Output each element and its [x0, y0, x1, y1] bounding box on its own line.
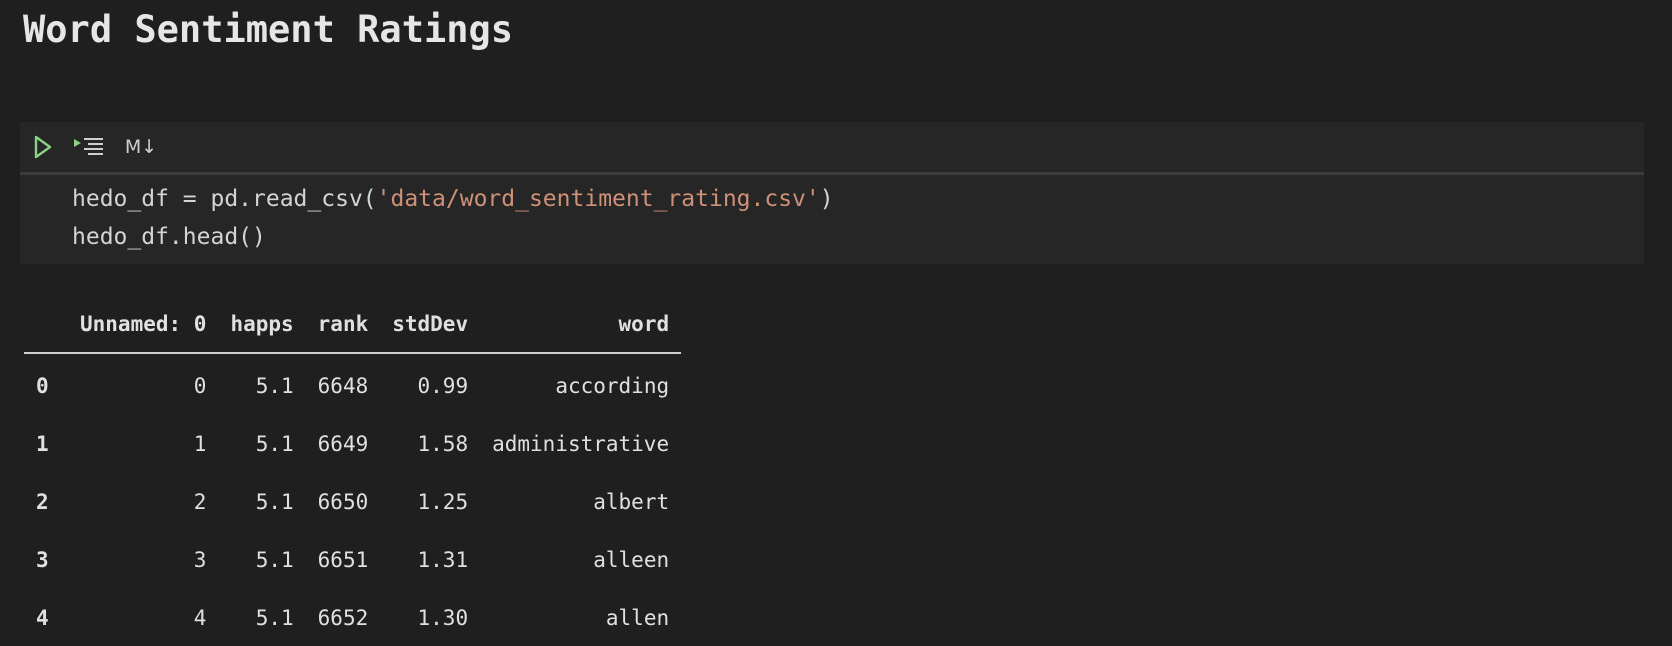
table-cell: 1: [193, 432, 207, 456]
run-cell-button[interactable]: [32, 134, 54, 160]
table-cell: 1.31: [417, 548, 469, 572]
table-cell: 2: [193, 490, 207, 514]
notebook-page: Word Sentiment Ratings M↓ hedo_df = pd.r…: [0, 0, 1672, 646]
column-header: [24, 308, 68, 354]
table-cell: 1.30: [417, 606, 469, 630]
table-cell: 1.25: [417, 490, 469, 514]
table-cell: 6652: [317, 606, 369, 630]
code-editor[interactable]: hedo_df = pd.read_csv('data/word_sentime…: [72, 180, 834, 256]
row-index: 4: [36, 606, 49, 630]
code-text: ): [819, 186, 834, 212]
table-cell: administrative: [492, 432, 670, 456]
table-cell: 5.1: [255, 432, 294, 456]
code-string: 'data/word_sentiment_rating.csv': [376, 186, 820, 212]
row-index: 2: [36, 490, 49, 514]
column-header: word: [480, 308, 682, 354]
markdown-heading: Word Sentiment Ratings: [23, 8, 514, 51]
column-header: Unnamed: 0: [68, 308, 219, 354]
column-header: rank: [305, 308, 381, 354]
code-cell[interactable]: M↓ hedo_df = pd.read_csv('data/word_sent…: [20, 122, 1644, 264]
table-row: 4 4 5.1 6652 1.30 allen: [24, 586, 681, 644]
play-icon: [34, 135, 52, 159]
table-cell: 5.1: [255, 374, 294, 398]
table-cell: allen: [605, 606, 670, 630]
table-cell: 6650: [317, 490, 369, 514]
table-cell: 6649: [317, 432, 369, 456]
markdown-button[interactable]: M↓: [124, 134, 158, 160]
table-cell: 3: [193, 548, 207, 572]
cell-output: Unnamed: 0 happs rank stdDev word 0 0 5.…: [24, 308, 682, 644]
table-header-row: Unnamed: 0 happs rank stdDev word: [24, 308, 682, 354]
table-cell: alleen: [593, 548, 670, 572]
column-header: happs: [218, 308, 306, 354]
cell-toolbar: M↓: [20, 122, 1644, 172]
table-row: 3 3 5.1 6651 1.31 alleen: [24, 528, 681, 586]
table-cell: 5.1: [255, 548, 294, 572]
table-cell: 1.58: [417, 432, 469, 456]
table-cell: 6648: [317, 374, 369, 398]
run-above-button[interactable]: [72, 134, 106, 160]
table-row: 2 2 5.1 6650 1.25 albert: [24, 470, 681, 528]
table-row: 0 0 5.1 6648 0.99 according: [24, 353, 681, 412]
column-header: stdDev: [380, 308, 481, 354]
row-index: 3: [36, 548, 49, 572]
row-index: 1: [36, 432, 49, 456]
table-cell: 5.1: [255, 606, 294, 630]
table-cell: according: [555, 374, 670, 398]
table-row: 1 1 5.1 6649 1.58 administrative: [24, 412, 681, 470]
row-index: 0: [36, 374, 49, 398]
table-cell: 4: [193, 606, 207, 630]
table-cell: albert: [593, 490, 670, 514]
code-text: hedo_df = pd.read_csv(: [72, 186, 377, 212]
table-cell: 6651: [317, 548, 369, 572]
code-text: hedo_df.head(): [72, 224, 266, 250]
run-above-icon: [74, 138, 103, 155]
table-cell: 0: [193, 374, 207, 398]
table-cell: 5.1: [255, 490, 294, 514]
cell-divider: [20, 172, 1644, 175]
table-cell: 0.99: [417, 374, 469, 398]
dataframe-table: Unnamed: 0 happs rank stdDev word 0 0 5.…: [24, 308, 682, 644]
